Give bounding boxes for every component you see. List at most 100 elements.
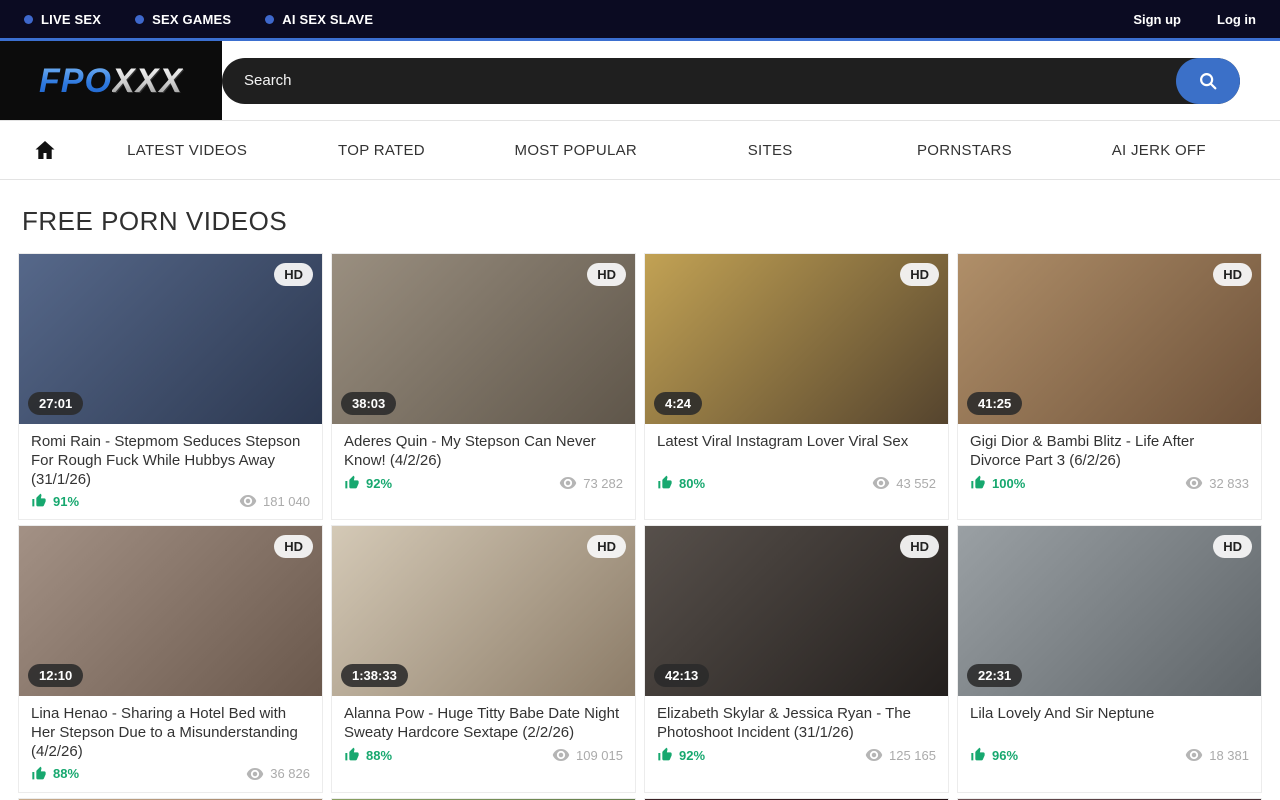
video-info: Latest Viral Instagram Lover Viral Sex 8… [645,424,948,501]
rating: 100% [970,475,1025,491]
topbar-link-label: LIVE SEX [41,12,101,27]
video-stats: 88% 109 015 [344,747,623,763]
hd-badge: HD [1213,535,1252,558]
eye-icon [239,494,257,508]
video-thumbnail[interactable]: HD 38:03 [332,254,635,424]
video-thumbnail[interactable]: HD 41:25 [958,254,1261,424]
nav-item-pornstars[interactable]: PORNSTARS [867,142,1061,159]
rating: 92% [344,475,392,491]
video-thumbnail[interactable]: HD 27:01 [19,254,322,424]
video-title[interactable]: Lina Henao - Sharing a Hotel Bed with He… [31,705,310,761]
video-title[interactable]: Elizabeth Skylar & Jessica Ryan - The Ph… [657,705,936,743]
views-count: 73 282 [583,476,623,491]
video-thumbnail[interactable]: HD 12:10 [19,526,322,696]
topbar-link-live-sex[interactable]: LIVE SEX [24,12,101,27]
rating: 80% [657,475,705,491]
hd-badge: HD [274,263,313,286]
video-card[interactable]: HD 12:10 Lina Henao - Sharing a Hotel Be… [18,525,323,792]
eye-icon [1185,476,1203,490]
hd-badge: HD [587,535,626,558]
hd-badge: HD [900,535,939,558]
eye-icon [1185,748,1203,762]
video-info: Lina Henao - Sharing a Hotel Bed with He… [19,696,322,791]
video-title[interactable]: Aderes Quin - My Stepson Can Never Know!… [344,433,623,471]
search-button[interactable] [1176,58,1240,104]
video-stats: 88% 36 826 [31,766,310,782]
rating-value: 91% [53,494,79,509]
topbar: LIVE SEX SEX GAMES AI SEX SLAVE Sign up … [0,0,1280,41]
video-card[interactable]: HD 42:13 Elizabeth Skylar & Jessica Ryan… [644,525,949,792]
rating-value: 92% [366,476,392,491]
blue-dot-icon [135,15,144,24]
video-card[interactable]: HD 1:38:33 Alanna Pow - Huge Titty Babe … [331,525,636,792]
video-card[interactable]: HD 27:01 Romi Rain - Stepmom Seduces Ste… [18,253,323,520]
duration-badge: 27:01 [28,392,83,415]
duration-badge: 22:31 [967,664,1022,687]
views-count: 36 826 [270,766,310,781]
hd-badge: HD [900,263,939,286]
rating-value: 88% [53,766,79,781]
nav-item-latest-videos[interactable]: LATEST VIDEOS [90,142,284,159]
search-form [222,58,1240,104]
search-input[interactable] [222,58,1176,104]
thumbs-up-icon [31,766,47,782]
video-card[interactable]: HD 22:31 Lila Lovely And Sir Neptune 96% [957,525,1262,792]
logo-part-2: XXX [112,62,183,100]
video-thumbnail[interactable]: HD 4:24 [645,254,948,424]
rating-value: 88% [366,748,392,763]
video-card[interactable]: HD 4:24 Latest Viral Instagram Lover Vir… [644,253,949,520]
rating: 96% [970,747,1018,763]
video-title[interactable]: Lila Lovely And Sir Neptune [970,705,1249,743]
main-nav: LATEST VIDEOS TOP RATED MOST POPULAR SIT… [0,120,1280,180]
hd-badge: HD [587,263,626,286]
thumbs-up-icon [657,475,673,491]
video-title[interactable]: Alanna Pow - Huge Titty Babe Date Night … [344,705,623,743]
thumbs-up-icon [344,747,360,763]
video-stats: 91% 181 040 [31,493,310,509]
rating-value: 80% [679,476,705,491]
nav-item-ai-jerk-off[interactable]: AI JERK OFF [1062,142,1256,159]
hd-badge: HD [274,535,313,558]
nav-item-top-rated[interactable]: TOP RATED [284,142,478,159]
video-card[interactable]: HD 38:03 Aderes Quin - My Stepson Can Ne… [331,253,636,520]
views-count: 109 015 [576,748,623,763]
video-info: Romi Rain - Stepmom Seduces Stepson For … [19,424,322,519]
views: 73 282 [559,476,623,491]
video-stats: 92% 125 165 [657,747,936,763]
video-stats: 96% 18 381 [970,747,1249,763]
rating: 92% [657,747,705,763]
duration-badge: 4:24 [654,392,702,415]
nav-item-sites[interactable]: SITES [673,142,867,159]
video-title[interactable]: Gigi Dior & Bambi Blitz - Life After Div… [970,433,1249,471]
topbar-link-sex-games[interactable]: SEX GAMES [135,12,231,27]
video-stats: 100% 32 833 [970,475,1249,491]
video-thumbnail[interactable]: HD 42:13 [645,526,948,696]
duration-badge: 12:10 [28,664,83,687]
page-title: FREE PORN VIDEOS [22,206,1258,237]
video-thumbnail[interactable]: HD 22:31 [958,526,1261,696]
topbar-link-label: SEX GAMES [152,12,231,27]
search-icon [1197,70,1219,92]
main-content: FREE PORN VIDEOS HD 27:01 Romi Rain - St… [0,206,1280,800]
login-link[interactable]: Log in [1217,12,1256,27]
duration-badge: 1:38:33 [341,664,408,687]
thumbs-up-icon [31,493,47,509]
nav-home[interactable] [0,138,90,162]
home-icon [33,138,57,162]
duration-badge: 41:25 [967,392,1022,415]
signup-link[interactable]: Sign up [1133,12,1181,27]
video-info: Lila Lovely And Sir Neptune 96% [958,696,1261,773]
topbar-link-ai-sex-slave[interactable]: AI SEX SLAVE [265,12,373,27]
nav-item-most-popular[interactable]: MOST POPULAR [479,142,673,159]
video-card[interactable]: HD 41:25 Gigi Dior & Bambi Blitz - Life … [957,253,1262,520]
video-info: Alanna Pow - Huge Titty Babe Date Night … [332,696,635,773]
thumbs-up-icon [970,747,986,763]
duration-badge: 42:13 [654,664,709,687]
video-title[interactable]: Romi Rain - Stepmom Seduces Stepson For … [31,433,310,489]
views-count: 181 040 [263,494,310,509]
site-logo[interactable]: FPOXXX [0,41,222,120]
eye-icon [872,476,890,490]
video-title[interactable]: Latest Viral Instagram Lover Viral Sex [657,433,936,471]
rating: 91% [31,493,79,509]
video-thumbnail[interactable]: HD 1:38:33 [332,526,635,696]
